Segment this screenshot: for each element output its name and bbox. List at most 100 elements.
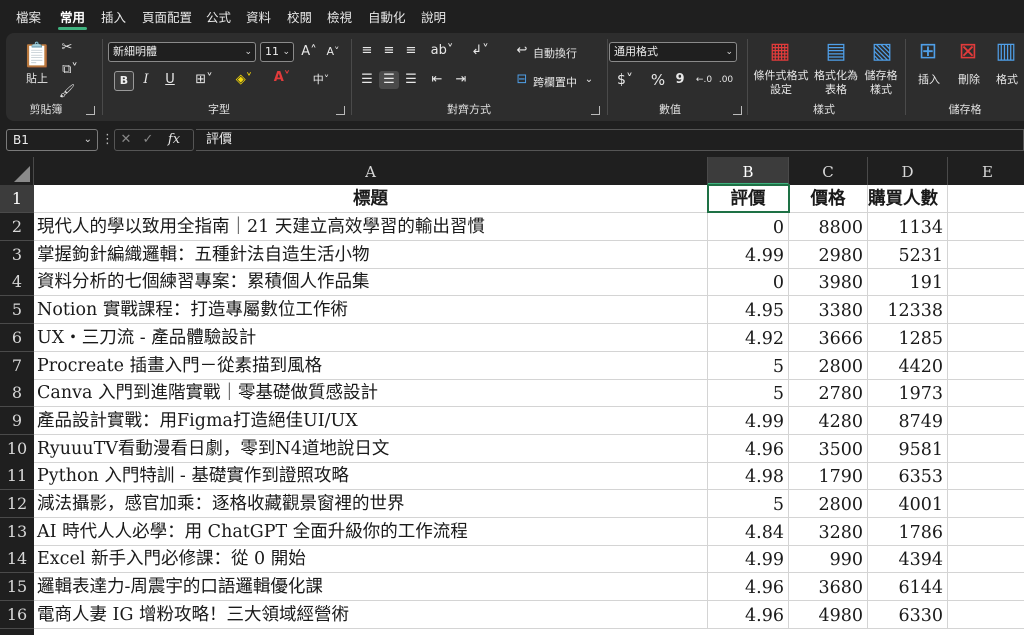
- merge-center-icon[interactable]: ⊟: [513, 71, 531, 89]
- empty-cell[interactable]: [948, 462, 1024, 489]
- merge-center-button[interactable]: 跨欄置中: [533, 74, 577, 90]
- column-header-d[interactable]: D: [868, 157, 948, 185]
- cell-price[interactable]: 3380: [789, 296, 868, 323]
- empty-cell[interactable]: [948, 545, 1024, 572]
- row-header[interactable]: 4: [0, 268, 34, 296]
- cell-title[interactable]: 掌握鉤針編織邏輯：五種針法自造生活小物: [34, 241, 708, 268]
- row-header[interactable]: 2: [0, 213, 34, 241]
- row-header[interactable]: 3: [0, 241, 34, 269]
- empty-cell[interactable]: [948, 407, 1024, 434]
- text-direction-icon[interactable]: ↲˅: [465, 42, 495, 60]
- decrease-decimal-icon[interactable]: .00: [717, 71, 735, 89]
- cell-buyers[interactable]: 8749: [868, 407, 948, 434]
- row-header[interactable]: 11: [0, 462, 34, 490]
- number-format-select[interactable]: 通用格式 ⌄: [609, 42, 737, 62]
- empty-cell[interactable]: [948, 435, 1024, 462]
- increase-decimal-icon[interactable]: ←.0: [695, 71, 713, 89]
- tab-file[interactable]: 檔案: [16, 0, 41, 32]
- empty-cell[interactable]: [948, 185, 1024, 212]
- insert-cells-icon[interactable]: ⊞: [915, 39, 941, 65]
- delete-cells-button[interactable]: 刪除: [955, 71, 983, 87]
- cell-rating[interactable]: 5: [708, 379, 789, 406]
- row-header[interactable]: 7: [0, 352, 34, 380]
- cell-title[interactable]: AI 時代人人必學：用 ChatGPT 全面升級你的工作流程: [34, 518, 708, 545]
- font-color-icon[interactable]: A˅: [268, 69, 296, 87]
- increase-indent-icon[interactable]: ⇥: [451, 71, 471, 89]
- cell-rating[interactable]: 4.99: [708, 545, 789, 572]
- empty-cell[interactable]: [948, 601, 1024, 628]
- cell-buyers[interactable]: 4394: [868, 545, 948, 572]
- select-all-button[interactable]: [0, 157, 34, 185]
- insert-function-icon[interactable]: fx: [163, 131, 185, 149]
- tab-review[interactable]: 校閱: [287, 0, 312, 32]
- font-launcher-icon[interactable]: [336, 106, 345, 115]
- cell-price[interactable]: 2980: [789, 241, 868, 268]
- font-name-select[interactable]: 新細明體 ⌄: [108, 42, 256, 62]
- format-cells-icon[interactable]: ▥: [993, 39, 1019, 65]
- delete-cells-icon[interactable]: ⊠: [955, 39, 981, 65]
- cell-title[interactable]: 現代人的學以致用全指南｜21 天建立高效學習的輸出習慣: [34, 213, 708, 240]
- cell-price[interactable]: 8800: [789, 213, 868, 240]
- name-box[interactable]: B1 ⌄: [6, 129, 98, 151]
- tab-automate[interactable]: 自動化: [368, 0, 406, 32]
- row-header[interactable]: 10: [0, 435, 34, 463]
- cell-buyers[interactable]: 1134: [868, 213, 948, 240]
- cell-title[interactable]: 資料分析的七個練習專案：累積個人作品集: [34, 268, 708, 295]
- header-cell-buyers[interactable]: 購買人數: [868, 185, 948, 212]
- header-cell-rating[interactable]: 評價: [707, 184, 790, 213]
- empty-cell[interactable]: [948, 241, 1024, 268]
- cell-title[interactable]: 減法攝影，感官加乘：逐格收藏觀景窗裡的世界: [34, 490, 708, 517]
- cell-title[interactable]: Procreate 插畫入門－從素描到風格: [34, 352, 708, 379]
- cell-price[interactable]: 2800: [789, 352, 868, 379]
- cell-buyers[interactable]: 6353: [868, 462, 948, 489]
- column-header-a[interactable]: A: [34, 157, 708, 185]
- italic-button[interactable]: I: [138, 71, 154, 89]
- format-as-table-icon[interactable]: ▤: [823, 39, 849, 65]
- empty-cell[interactable]: [948, 296, 1024, 323]
- font-size-select[interactable]: 11 ⌄: [260, 42, 294, 62]
- underline-button[interactable]: U: [158, 71, 182, 89]
- align-center-icon[interactable]: ☰: [379, 71, 399, 89]
- bold-button[interactable]: B: [114, 71, 134, 91]
- row-header[interactable]: 9: [0, 407, 34, 435]
- empty-cell[interactable]: [948, 518, 1024, 545]
- cell-rating[interactable]: 5: [708, 352, 789, 379]
- row-header[interactable]: 13: [0, 518, 34, 546]
- empty-cell[interactable]: [948, 379, 1024, 406]
- align-bottom-icon[interactable]: ≡: [401, 42, 421, 60]
- row-header[interactable]: 8: [0, 379, 34, 407]
- format-painter-icon[interactable]: 🖌: [58, 83, 76, 101]
- cell-title[interactable]: Canva 入門到進階實戰｜零基礎做質感設計: [34, 379, 708, 406]
- empty-cell[interactable]: [948, 352, 1024, 379]
- align-left-icon[interactable]: ☰: [357, 71, 377, 89]
- empty-cell[interactable]: [948, 490, 1024, 517]
- cell-buyers[interactable]: 4001: [868, 490, 948, 517]
- number-launcher-icon[interactable]: [733, 106, 742, 115]
- cancel-icon[interactable]: ✕: [119, 131, 133, 149]
- cell-buyers[interactable]: 4420: [868, 352, 948, 379]
- cell-price[interactable]: 2780: [789, 379, 868, 406]
- cell-buyers[interactable]: 1973: [868, 379, 948, 406]
- empty-cell[interactable]: [948, 573, 1024, 600]
- cell-rating[interactable]: 0: [708, 213, 789, 240]
- align-middle-icon[interactable]: ≡: [379, 42, 399, 60]
- conditional-format-button[interactable]: 條件式格式 設定: [753, 69, 809, 97]
- cell-rating[interactable]: 4.96: [708, 435, 789, 462]
- cell-price[interactable]: 3680: [789, 573, 868, 600]
- cell-price[interactable]: 3280: [789, 518, 868, 545]
- cell-price[interactable]: 4280: [789, 407, 868, 434]
- cell-rating[interactable]: 5: [708, 490, 789, 517]
- enter-icon[interactable]: ✓: [141, 131, 155, 149]
- cell-rating[interactable]: 4.92: [708, 324, 789, 351]
- row-header[interactable]: 5: [0, 296, 34, 324]
- tab-home[interactable]: 常用: [57, 0, 88, 32]
- row-header[interactable]: 14: [0, 545, 34, 573]
- copy-icon[interactable]: ⧉˅: [58, 61, 82, 79]
- cell-title[interactable]: UX・三刀流 - 產品體驗設計: [34, 324, 708, 351]
- cell-buyers[interactable]: 1786: [868, 518, 948, 545]
- tab-data[interactable]: 資料: [246, 0, 271, 32]
- cell-price[interactable]: 2800: [789, 490, 868, 517]
- cell-buyers[interactable]: 191: [868, 268, 948, 295]
- cell-price[interactable]: 1790: [789, 462, 868, 489]
- insert-cells-button[interactable]: 插入: [915, 71, 943, 87]
